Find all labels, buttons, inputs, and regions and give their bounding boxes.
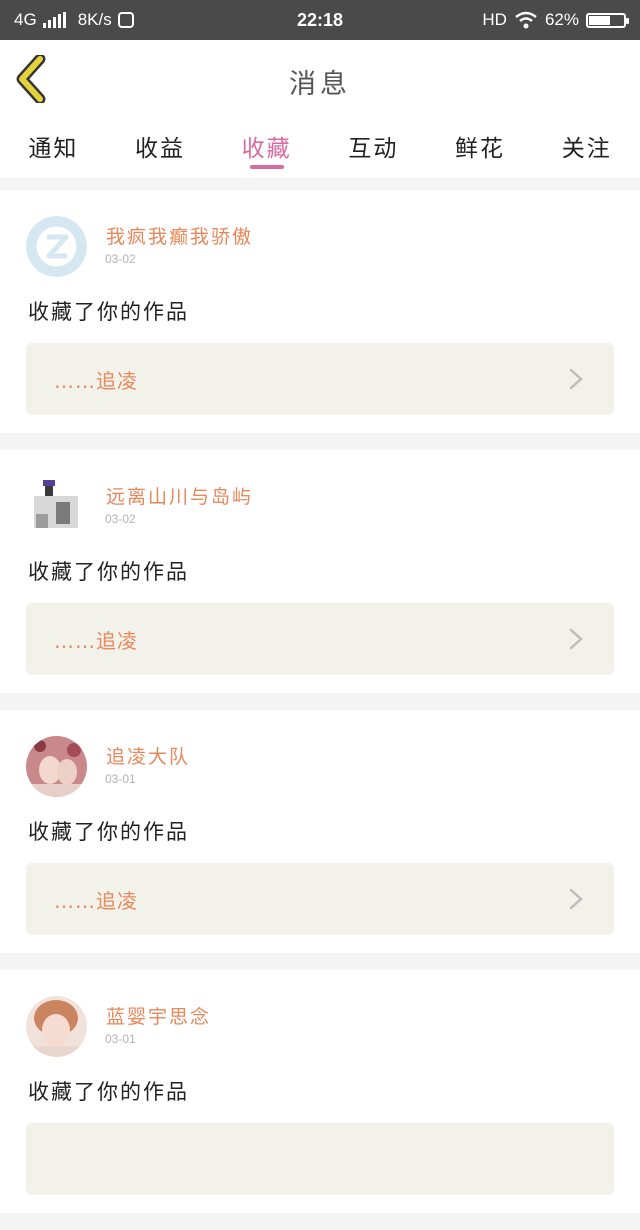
work-link[interactable]: ……追凌 (26, 863, 614, 935)
tab-follows[interactable]: 关注 (533, 118, 640, 178)
timestamp: 03-01 (105, 772, 136, 786)
action-text: 收藏了你的作品 (28, 560, 189, 584)
tab-notifications[interactable]: 通知 (0, 118, 107, 178)
battery-percent: 62% (544, 10, 579, 29)
status-right: HD 62% (482, 10, 629, 30)
tab-label: 收益 (135, 136, 185, 162)
chevron-right-icon (569, 368, 583, 390)
work-link[interactable]: ……追凌 (26, 603, 614, 675)
battery-icon (586, 12, 629, 28)
username[interactable]: 蓝婴宇思念 (106, 1002, 211, 1029)
username[interactable]: 我疯我癫我骄傲 (106, 222, 253, 249)
status-bar: 4G 8K/s 22:18 HD 62% (0, 0, 640, 40)
tab-flowers[interactable]: 鲜花 (427, 118, 534, 178)
tab-label: 通知 (28, 136, 79, 162)
hd-label: HD (482, 10, 507, 29)
avatar[interactable] (26, 476, 87, 537)
work-link[interactable]: ……追凌 (26, 343, 614, 415)
username[interactable]: 追凌大队 (106, 742, 190, 769)
list-item: 追凌大队 03-01 收藏了你的作品 ……追凌 (0, 710, 640, 953)
timestamp: 03-02 (105, 512, 136, 526)
list-item: 远离山川与岛屿 03-02 收藏了你的作品 ……追凌 (0, 450, 640, 693)
page-title: 消息 (289, 69, 351, 100)
list-item: 蓝婴宇思念 03-01 收藏了你的作品 (0, 970, 640, 1213)
work-title: ……追凌 (54, 369, 138, 393)
message-list: 我疯我癫我骄傲 03-02 收藏了你的作品 ……追凌 远离山川与岛屿 03-02… (0, 190, 640, 1230)
work-link[interactable] (26, 1123, 614, 1195)
active-tab-indicator (249, 165, 284, 169)
chevron-right-icon (569, 888, 583, 910)
timestamp: 03-01 (105, 1032, 136, 1046)
timestamp: 03-02 (105, 252, 136, 266)
list-item: 我疯我癫我骄傲 03-02 收藏了你的作品 ……追凌 (0, 190, 640, 433)
tab-interactions[interactable]: 互动 (320, 118, 427, 178)
action-text: 收藏了你的作品 (28, 1080, 189, 1104)
username[interactable]: 远离山川与岛屿 (106, 482, 253, 509)
tab-label: 关注 (561, 136, 612, 162)
avatar[interactable] (26, 216, 87, 277)
wifi-icon (515, 11, 537, 29)
nav-bar: 消息 (0, 40, 640, 118)
tab-favorites[interactable]: 收藏 (213, 118, 320, 178)
action-text: 收藏了你的作品 (28, 300, 189, 324)
chevron-right-icon (569, 628, 583, 650)
tab-earnings[interactable]: 收益 (107, 118, 214, 178)
action-text: 收藏了你的作品 (28, 820, 189, 844)
work-title: ……追凌 (54, 889, 138, 913)
tab-label: 鲜花 (455, 136, 506, 162)
avatar[interactable] (26, 996, 87, 1057)
work-title: ……追凌 (54, 629, 138, 653)
tab-bar: 通知 收益 收藏 互动 鲜花 关注 (0, 118, 640, 178)
tab-label: 互动 (348, 136, 399, 162)
avatar[interactable] (26, 736, 87, 797)
tab-label: 收藏 (241, 136, 292, 162)
